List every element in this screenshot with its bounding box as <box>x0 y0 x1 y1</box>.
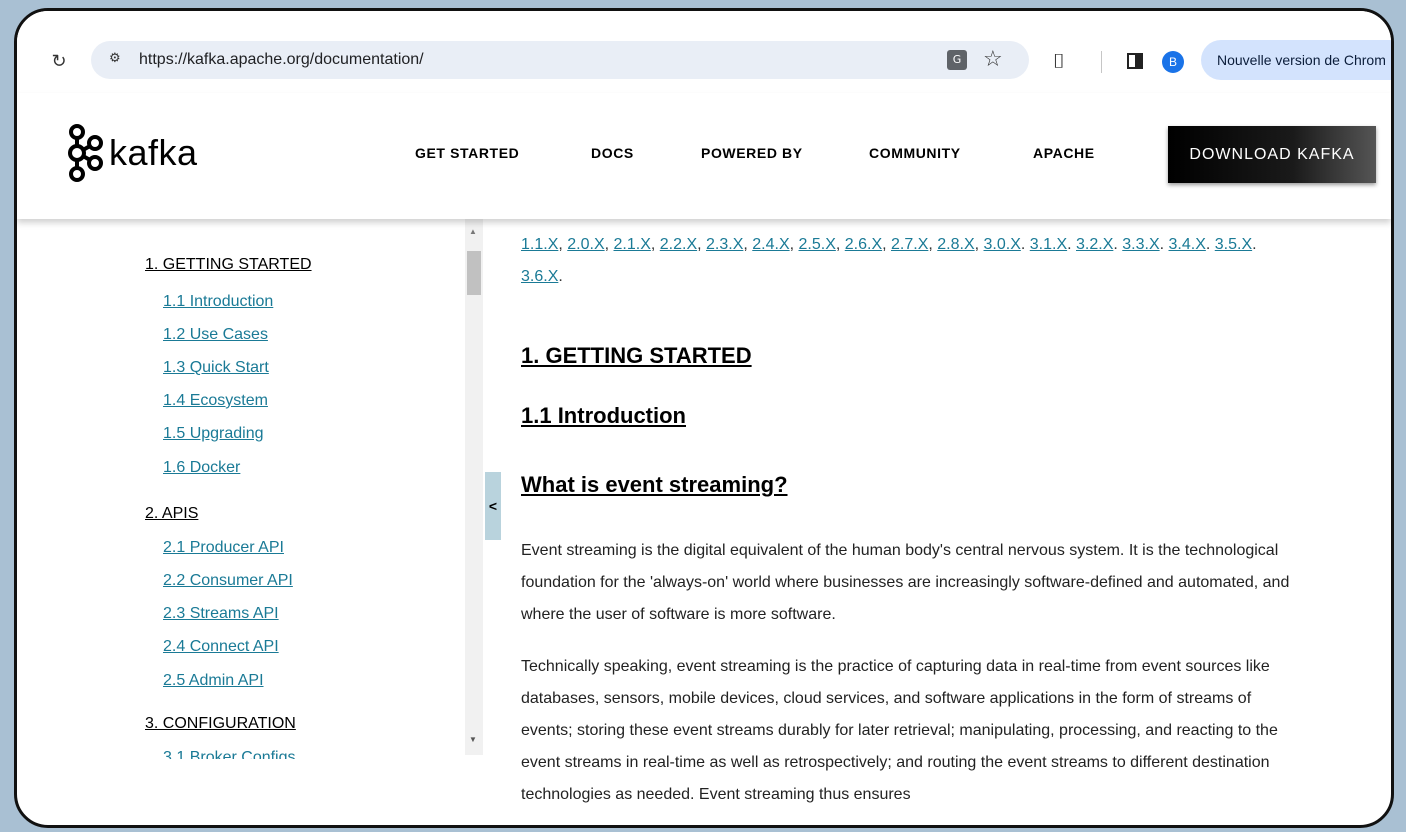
main-content: 1.1.X, 2.0.X, 2.1.X, 2.2.X, 2.3.X, 2.4.X… <box>521 219 1321 825</box>
kafka-logo[interactable]: kafka <box>67 123 198 183</box>
sidebar-section-configuration[interactable]: 3. CONFIGURATION <box>145 715 296 733</box>
sidebar-item-docker[interactable]: 1.6 Docker <box>163 459 240 477</box>
nav-community[interactable]: COMMUNITY <box>869 145 961 161</box>
version-link[interactable]: 3.6.X <box>521 268 558 285</box>
browser-toolbar: ↻ ⚙ https://kafka.apache.org/documentati… <box>17 11 1391 93</box>
version-link[interactable]: 2.8.X <box>937 236 974 253</box>
nav-powered-by[interactable]: POWERED BY <box>701 145 803 161</box>
sidebar-item-use-cases[interactable]: 1.2 Use Cases <box>163 326 268 344</box>
scroll-thumb[interactable] <box>467 251 481 295</box>
nav-get-started[interactable]: GET STARTED <box>415 145 519 161</box>
browser-window: ↻ ⚙ https://kafka.apache.org/documentati… <box>14 8 1394 828</box>
docs-sidebar: 1. GETTING STARTED 1.1 Introduction 1.2 … <box>17 219 487 759</box>
logo-text: kafka <box>109 132 198 173</box>
version-link[interactable]: 2.4.X <box>752 236 789 253</box>
sidebar-section-getting-started[interactable]: 1. GETTING STARTED <box>145 256 312 274</box>
version-link[interactable]: 2.6.X <box>845 236 882 253</box>
profile-avatar[interactable]: B <box>1162 51 1184 73</box>
nav-docs[interactable]: DOCS <box>591 145 634 161</box>
version-link[interactable]: 3.5.X <box>1215 236 1252 253</box>
version-link[interactable]: 3.0.X <box>984 236 1021 253</box>
version-link[interactable]: 3.3.X <box>1122 236 1159 253</box>
sidebar-item-broker-configs[interactable]: 3.1 Broker Configs <box>163 749 296 759</box>
url-text[interactable]: https://kafka.apache.org/documentation/ <box>139 51 424 69</box>
paragraph-technically-speaking: Technically speaking, event streaming is… <box>521 658 1278 803</box>
download-kafka-button[interactable]: DOWNLOAD KAFKA <box>1168 126 1376 183</box>
chrome-update-button[interactable]: Nouvelle version de Chrom <box>1201 40 1391 80</box>
sidebar-section-apis[interactable]: 2. APIS <box>145 505 198 523</box>
extensions-icon[interactable]: ⌷ <box>1053 49 1065 73</box>
version-link[interactable]: 2.2.X <box>660 236 697 253</box>
sidebar-item-consumer-api[interactable]: 2.2 Consumer API <box>163 572 293 590</box>
version-link[interactable]: 2.0.X <box>567 236 604 253</box>
version-link[interactable]: 3.1.X <box>1030 236 1067 253</box>
collapse-sidebar-button[interactable]: < <box>485 472 501 540</box>
version-links: 1.1.X, 2.0.X, 2.1.X, 2.2.X, 2.3.X, 2.4.X… <box>521 236 1257 285</box>
reload-icon[interactable]: ↻ <box>49 51 69 71</box>
scroll-down-arrow-icon[interactable]: ▼ <box>469 735 477 744</box>
sidebar-item-upgrading[interactable]: 1.5 Upgrading <box>163 425 264 443</box>
nav-apache[interactable]: APACHE <box>1033 145 1095 161</box>
version-link[interactable]: 1.1.X <box>521 236 558 253</box>
address-bar[interactable]: ⚙ https://kafka.apache.org/documentation… <box>91 41 1029 79</box>
site-header: kafka GET STARTED DOCS POWERED BY COMMUN… <box>17 93 1391 219</box>
sidebar-item-connect-api[interactable]: 2.4 Connect API <box>163 638 279 656</box>
scroll-up-arrow-icon[interactable]: ▲ <box>469 227 477 236</box>
sidebar-item-producer-api[interactable]: 2.1 Producer API <box>163 539 284 557</box>
heading-getting-started: 1. GETTING STARTED <box>521 343 752 368</box>
sidebar-item-ecosystem[interactable]: 1.4 Ecosystem <box>163 392 268 410</box>
translate-icon[interactable]: G <box>947 50 967 70</box>
sidebar-item-streams-api[interactable]: 2.3 Streams API <box>163 605 279 623</box>
sidebar-scrollbar[interactable]: ▲ ▼ <box>465 219 483 755</box>
toolbar-divider <box>1101 51 1102 73</box>
site-info-icon[interactable]: ⚙ <box>109 51 121 66</box>
version-link[interactable]: 2.3.X <box>706 236 743 253</box>
version-link[interactable]: 3.4.X <box>1169 236 1206 253</box>
heading-introduction: 1.1 Introduction <box>521 403 686 428</box>
kafka-logo-icon <box>68 124 103 182</box>
paragraph-event-streaming: Event streaming is the digital equivalen… <box>521 542 1290 623</box>
sidebar-item-introduction[interactable]: 1.1 Introduction <box>163 293 273 311</box>
version-link[interactable]: 2.7.X <box>891 236 928 253</box>
side-panel-icon[interactable] <box>1127 53 1143 69</box>
sidebar-item-admin-api[interactable]: 2.5 Admin API <box>163 672 264 690</box>
sidebar-item-quick-start[interactable]: 1.3 Quick Start <box>163 359 269 377</box>
version-link[interactable]: 2.5.X <box>799 236 836 253</box>
bookmark-star-icon[interactable]: ☆ <box>983 47 1003 72</box>
heading-what-is-event-streaming: What is event streaming? <box>521 472 788 497</box>
version-link[interactable]: 2.1.X <box>614 236 651 253</box>
version-link[interactable]: 3.2.X <box>1076 236 1113 253</box>
